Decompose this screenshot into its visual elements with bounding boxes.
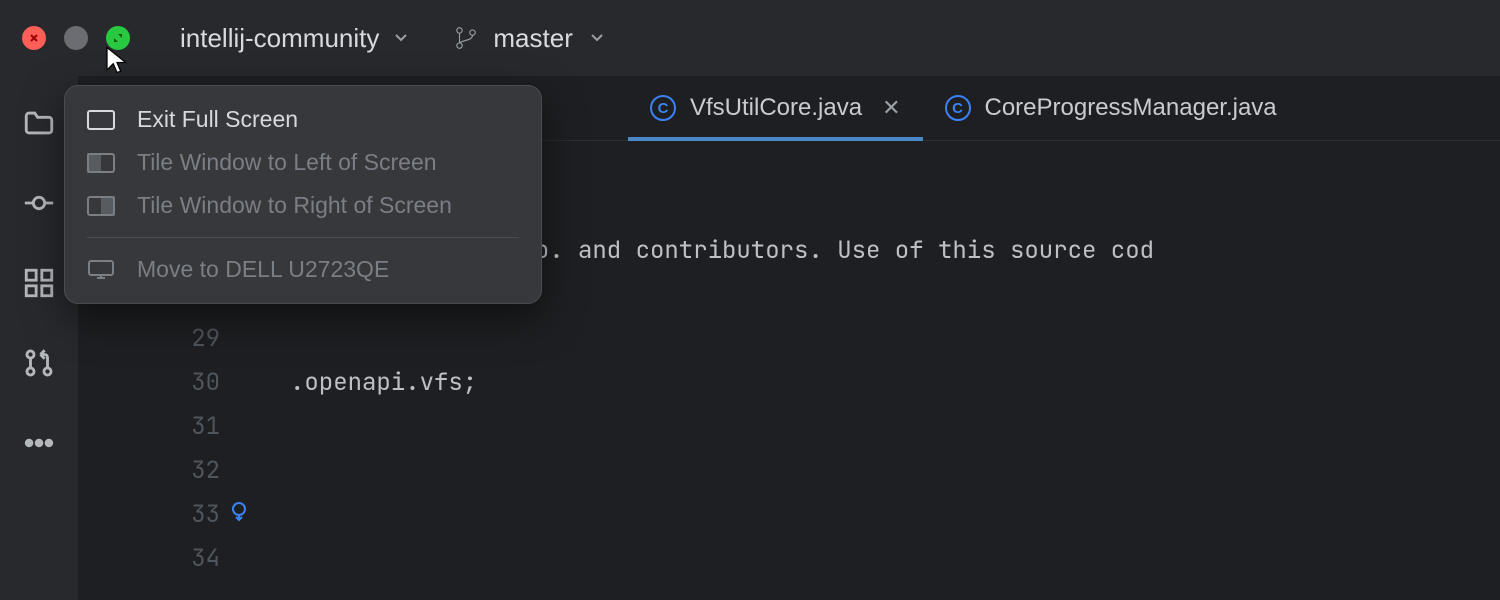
mouse-cursor-icon: [104, 45, 130, 81]
window-minimize-button[interactable]: [64, 26, 88, 50]
menu-exit-full-screen[interactable]: Exit Full Screen: [65, 98, 541, 141]
window-tiling-menu: Exit Full Screen Tile Window to Left of …: [64, 85, 542, 304]
commit-tool-icon[interactable]: [22, 186, 56, 220]
tab-label: CoreProgressManager.java: [985, 94, 1277, 122]
more-tool-icon[interactable]: [22, 426, 56, 460]
menu-item-label: Exit Full Screen: [137, 106, 298, 133]
line-number: 33: [78, 493, 220, 537]
structure-tool-icon[interactable]: [22, 266, 56, 300]
project-selector[interactable]: intellij-community: [180, 23, 411, 54]
project-name: intellij-community: [180, 23, 379, 54]
line-number: 31: [78, 405, 220, 449]
monitor-icon: [87, 259, 115, 281]
menu-item-label: Tile Window to Right of Screen: [137, 192, 452, 219]
tile-right-icon: [87, 195, 115, 217]
exit-fullscreen-icon: [87, 109, 115, 131]
chevron-down-icon: [391, 23, 411, 54]
git-branch-selector[interactable]: master: [453, 23, 606, 54]
menu-item-label: Move to DELL U2723QE: [137, 256, 389, 283]
window-close-button[interactable]: [22, 26, 46, 50]
menu-item-label: Tile Window to Left of Screen: [137, 149, 437, 176]
java-class-icon: C: [650, 95, 676, 121]
implement-gutter-icon[interactable]: [224, 493, 254, 537]
line-number: 32: [78, 449, 220, 493]
tile-left-icon: [87, 152, 115, 174]
tab-coreprogressmanager[interactable]: C CoreProgressManager.java: [923, 76, 1299, 140]
git-branch-icon: [453, 25, 479, 51]
close-tab-icon[interactable]: ✕: [882, 95, 900, 121]
project-tool-icon[interactable]: [22, 106, 56, 140]
pull-requests-tool-icon[interactable]: [22, 346, 56, 380]
line-number: 29: [78, 317, 220, 361]
line-number: 34: [78, 537, 220, 581]
title-bar: intellij-community master: [0, 0, 1500, 76]
branch-name: master: [493, 23, 572, 54]
java-class-icon: C: [945, 95, 971, 121]
chevron-down-icon: [587, 23, 607, 54]
menu-separator: [87, 237, 519, 238]
menu-tile-right[interactable]: Tile Window to Right of Screen: [65, 184, 541, 227]
tab-label: VfsUtilCore.java: [690, 94, 862, 122]
menu-tile-left[interactable]: Tile Window to Left of Screen: [65, 141, 541, 184]
menu-move-to-display[interactable]: Move to DELL U2723QE: [65, 248, 541, 291]
tab-vfsutilcore[interactable]: C VfsUtilCore.java ✕: [628, 76, 923, 140]
line-number: 30: [78, 361, 220, 405]
